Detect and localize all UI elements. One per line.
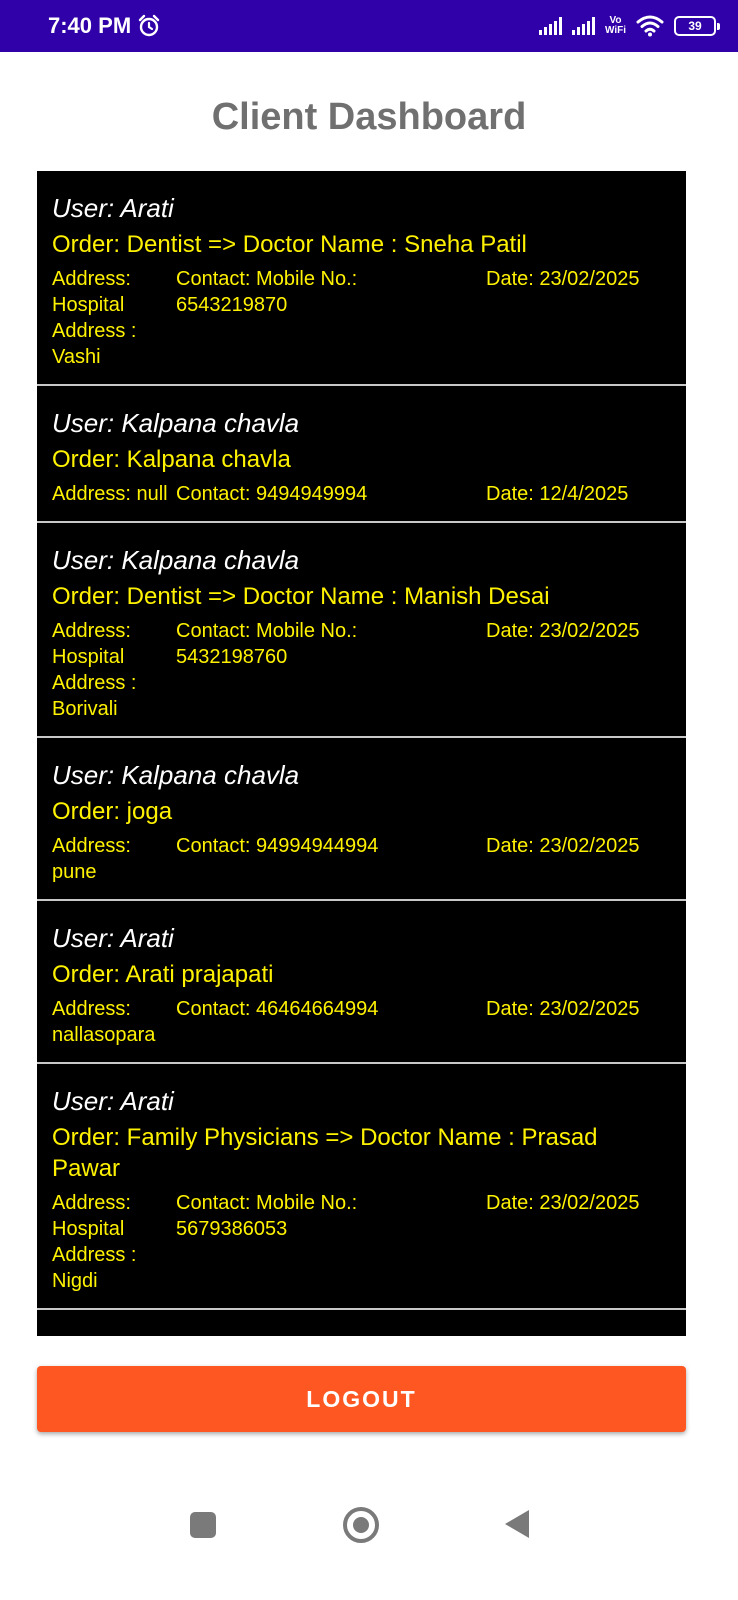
order-card[interactable]: User: Arati Order: Arati prajapati Addre…	[37, 901, 686, 1064]
order-date: Date: 23/02/2025	[486, 620, 640, 642]
status-time: 7:40 PM	[48, 13, 132, 38]
order-user: User: Arati	[52, 193, 174, 223]
order-date: Date: 23/02/2025	[486, 1192, 640, 1214]
system-nav-bar	[0, 1490, 738, 1560]
order-description: Order: Arati prajapati	[52, 961, 274, 988]
order-description: Order: Kalpana chavla	[52, 446, 291, 473]
order-address: Address: Hospital Address : Borivali	[52, 620, 137, 720]
order-contact: Contact: 94994944994	[176, 835, 379, 857]
order-user: User: Kalpana chavla	[52, 408, 300, 438]
order-card[interactable]: User: Kalpana chavla Order: Kalpana chav…	[37, 386, 686, 523]
status-left: 7:40 PM	[48, 13, 161, 39]
order-details-row: Address: null Contact: 9494949994 Date: …	[52, 481, 670, 507]
order-address: Address: Hospital Address : Vashi	[52, 268, 137, 368]
order-contact: Contact: Mobile No.: 5432198760	[176, 620, 358, 668]
circle-home-icon[interactable]	[343, 1507, 379, 1543]
square-recents-icon[interactable]	[190, 1512, 216, 1538]
order-details-row: Address: pune Contact: 94994944994 Date:…	[52, 833, 670, 885]
signal-strength-2-icon	[571, 17, 595, 35]
signal-strength-icon	[538, 17, 562, 35]
order-user: User: Arati	[52, 923, 174, 953]
order-date: Date: 12/4/2025	[486, 483, 629, 505]
order-contact: Contact: 9494949994	[176, 483, 368, 505]
order-details-row: Address: Hospital Address : Vashi Contac…	[52, 266, 670, 370]
order-date: Date: 23/02/2025	[486, 835, 640, 857]
order-description: Order: Dentist => Doctor Name : Manish D…	[52, 583, 550, 610]
battery-icon: 39	[674, 16, 720, 36]
order-card[interactable]: User: Kalpana chavla Order: Dentist => D…	[37, 523, 686, 738]
order-details-row: Address: Hospital Address : Borivali Con…	[52, 618, 670, 722]
order-user: User: Kalpana chavla	[52, 760, 300, 790]
order-user: User: Arati	[52, 1086, 174, 1116]
order-date: Date: 23/02/2025	[486, 998, 640, 1020]
wifi-icon	[636, 15, 664, 37]
vowifi-icon: Vo WiFi	[605, 16, 626, 36]
order-user: User: Kalpana chavla	[52, 545, 300, 575]
order-card[interactable]: User: Arati Order: Family Physicians => …	[37, 1064, 686, 1310]
order-details-row: Address: Hospital Address : Nigdi Contac…	[52, 1190, 670, 1294]
page-title: Client Dashboard	[211, 96, 527, 138]
order-address: Address: Hospital Address : Nigdi	[52, 1192, 137, 1292]
order-contact: Contact: Mobile No.: 5679386053	[176, 1192, 358, 1240]
status-right: Vo WiFi 39	[538, 15, 720, 37]
order-address: Address: pune	[52, 835, 131, 883]
order-details-row: Address: nallasopara Contact: 4646466499…	[52, 996, 670, 1048]
logout-button[interactable]: LOGOUT	[37, 1366, 686, 1432]
orders-list[interactable]: User: Arati Order: Dentist => Doctor Nam…	[37, 171, 686, 1336]
order-contact: Contact: 46464664994	[176, 998, 379, 1020]
vowifi-bottom: WiFi	[604, 25, 626, 36]
alarm-clock-icon	[138, 14, 160, 37]
order-card[interactable]: User: Arati Order: Dentist => Doctor Nam…	[37, 171, 686, 386]
order-address: Address: null	[52, 483, 168, 505]
order-contact: Contact: Mobile No.: 6543219870	[176, 268, 358, 316]
order-description: Order: joga	[52, 798, 173, 825]
order-address: Address: nallasopara	[52, 998, 156, 1046]
battery-level: 39	[688, 19, 702, 33]
status-bar: 7:40 PM Vo WiFi 39	[0, 0, 738, 52]
order-date: Date: 23/02/2025	[486, 268, 640, 290]
order-card[interactable]: User: Kalpana chavla Order: joga Address…	[37, 738, 686, 901]
order-description: Order: Family Physicians => Doctor Name …	[52, 1124, 598, 1182]
triangle-back-icon[interactable]	[505, 1510, 529, 1538]
order-description: Order: Dentist => Doctor Name : Sneha Pa…	[52, 231, 527, 258]
